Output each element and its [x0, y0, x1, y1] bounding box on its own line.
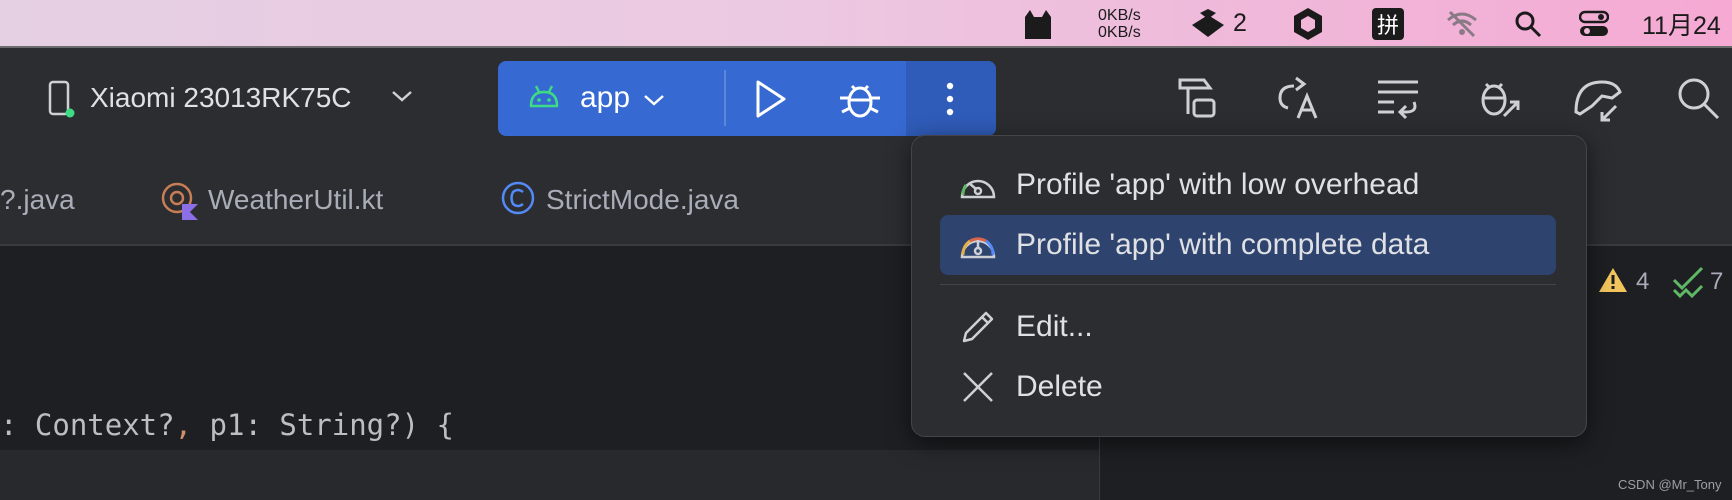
- pencil-icon: [958, 309, 998, 345]
- warning-icon[interactable]: [1598, 266, 1628, 296]
- build-icon[interactable]: [1170, 70, 1226, 126]
- device-icon[interactable]: [44, 80, 78, 120]
- warning-count: 4: [1636, 268, 1650, 295]
- code-line[interactable]: : Context?, p1: String?) {: [0, 408, 454, 442]
- spotlight-search-icon[interactable]: [1510, 0, 1546, 47]
- input-method-label: 拼: [1372, 7, 1404, 40]
- menu-label: Profile 'app' with low overhead: [1016, 168, 1420, 201]
- code-comma: ,: [174, 408, 193, 442]
- input-method-icon[interactable]: 拼: [1370, 0, 1406, 47]
- menu-item-edit[interactable]: Edit...: [940, 297, 1556, 357]
- menu-item-delete[interactable]: Delete: [940, 357, 1556, 417]
- close-icon: [958, 369, 998, 405]
- network-speed[interactable]: 0KB/s 0KB/s: [1098, 0, 1168, 47]
- menu-item-profile-low-overhead[interactable]: Profile 'app' with low overhead: [940, 155, 1556, 215]
- wifi-off-icon[interactable]: [1444, 0, 1480, 47]
- java-class-icon: [500, 180, 536, 216]
- tab-weatherutil[interactable]: WeatherUtil.kt: [208, 184, 383, 216]
- android-icon: [528, 84, 560, 112]
- hexagon-icon[interactable]: [1290, 0, 1326, 47]
- net-down: 0KB/s: [1098, 23, 1141, 41]
- code-params-rest: p1: String?) {: [192, 408, 454, 442]
- gauge-full-icon: [958, 227, 998, 263]
- run-config-selector[interactable]: app: [580, 81, 630, 115]
- notification-count: 2: [1233, 9, 1247, 37]
- menu-item-profile-complete-data[interactable]: Profile 'app' with complete data: [940, 215, 1556, 275]
- check-icon[interactable]: [1672, 266, 1706, 300]
- cat-icon[interactable]: [1018, 0, 1058, 47]
- profiler-icon[interactable]: [1570, 70, 1626, 126]
- config-chevron-down-icon[interactable]: [642, 92, 666, 108]
- menu-label: Delete: [1016, 370, 1103, 403]
- attach-debugger-icon[interactable]: [1470, 70, 1526, 126]
- check-count: 7: [1710, 268, 1724, 295]
- net-up: 0KB/s: [1098, 6, 1141, 24]
- debug-icon[interactable]: [838, 78, 882, 120]
- menu-label: Edit...: [1016, 310, 1093, 343]
- editor-lower-area: [0, 450, 1100, 500]
- code-params: : Context?: [0, 408, 175, 442]
- watermark: CSDN @Mr_Tony: [1618, 477, 1722, 492]
- menubar-date[interactable]: 11月24: [1642, 0, 1732, 47]
- device-selector[interactable]: Xiaomi 23013RK75C: [90, 82, 352, 114]
- chevron-down-icon[interactable]: [390, 88, 414, 108]
- more-vertical-icon[interactable]: [940, 78, 960, 120]
- translate-icon[interactable]: [1270, 70, 1326, 126]
- control-center-icon[interactable]: [1576, 0, 1612, 47]
- run-group-divider: [724, 70, 726, 126]
- menubar: 0KB/s 0KB/s 2 拼 11月24: [0, 0, 1732, 47]
- search-icon[interactable]: [1670, 70, 1726, 126]
- notification-icon[interactable]: [1188, 0, 1228, 47]
- menu-separator: [940, 284, 1556, 285]
- kotlin-file-icon: [160, 180, 200, 220]
- menu-label: Profile 'app' with complete data: [1016, 228, 1430, 261]
- gauge-low-icon: [958, 167, 998, 203]
- tab-strictmode[interactable]: StrictMode.java: [546, 184, 739, 216]
- run-icon[interactable]: [750, 78, 790, 120]
- tab-java-file[interactable]: ?.java: [0, 184, 75, 216]
- sync-icon[interactable]: [1370, 70, 1426, 126]
